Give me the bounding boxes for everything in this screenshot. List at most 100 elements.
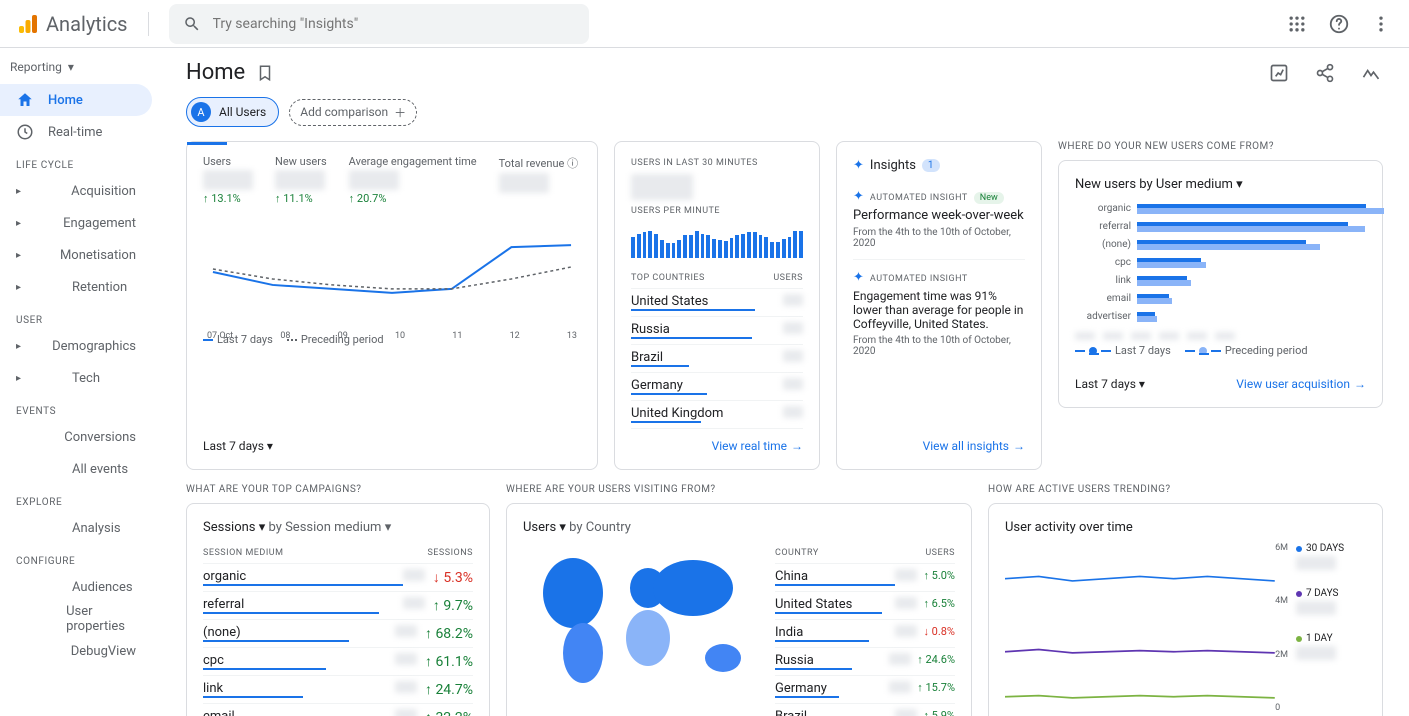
country-row[interactable]: United Kingdom — [631, 401, 803, 429]
insights-icon[interactable] — [1359, 61, 1383, 85]
nav-user-properties[interactable]: User properties — [0, 603, 152, 635]
sparkle-icon: ✦ — [853, 189, 864, 204]
plus-icon: ＋ — [394, 104, 406, 121]
card-realtime: USERS IN LAST 30 MINUTES USERS PER MINUT… — [614, 141, 820, 470]
metric-average-engagement-time[interactable]: Average engagement time↑ 20.7% — [349, 155, 477, 205]
country-row[interactable]: China↑ 5.0% — [775, 564, 955, 592]
section-user: USER — [0, 303, 160, 330]
nav-analysis[interactable]: Analysis — [0, 512, 152, 544]
section-newusers-title: WHERE DO YOUR NEW USERS COME FROM? — [1058, 141, 1383, 152]
section-explore: EXPLORE — [0, 485, 160, 512]
nav-demographics[interactable]: ▸Demographics — [0, 330, 152, 362]
time-selector[interactable]: Last 7 days ▾ — [203, 439, 273, 453]
metric-total-revenue[interactable]: Total revenue ⓘ — [499, 155, 578, 205]
country-row[interactable]: United States — [631, 289, 803, 317]
metric-new-users[interactable]: New users↑ 11.1% — [275, 155, 327, 205]
nav-home[interactable]: Home — [0, 84, 152, 116]
more-icon[interactable] — [1369, 12, 1393, 36]
section-configure: CONFIGURE — [0, 544, 160, 571]
apps-icon[interactable] — [1285, 12, 1309, 36]
chevron-right-icon: ▸ — [16, 341, 21, 352]
country-row[interactable]: Germany↑ 15.7% — [775, 676, 955, 704]
search-bar[interactable] — [169, 4, 589, 44]
product-name: Analytics — [46, 12, 128, 36]
card-visiting: Users ▾ by Country COU — [506, 503, 972, 716]
campaign-row[interactable]: referral↑ 9.7% — [203, 592, 473, 620]
country-row[interactable]: Russia↑ 24.6% — [775, 648, 955, 676]
help-icon: ⓘ — [567, 157, 578, 170]
metric-users[interactable]: Users↑ 13.1% — [203, 155, 253, 205]
trend-legend-item: 30 DAYS — [1296, 543, 1366, 570]
view-realtime-link[interactable]: View real time → — [712, 439, 803, 453]
chevron-right-icon: ▸ — [16, 186, 26, 197]
nav-conversions[interactable]: Conversions — [0, 421, 152, 453]
world-map — [523, 543, 763, 693]
nav-audiences[interactable]: Audiences — [0, 571, 152, 603]
chevron-right-icon: ▸ — [16, 218, 23, 229]
medium-bar-cpc: cpc — [1075, 256, 1366, 268]
card-insights: ✦ Insights 1 ✦AUTOMATED INSIGHTNew Perfo… — [836, 141, 1042, 470]
country-row[interactable]: Russia — [631, 317, 803, 345]
explore-icon[interactable] — [1267, 61, 1291, 85]
search-input[interactable] — [213, 16, 575, 32]
medium-bar-email: email — [1075, 292, 1366, 304]
activity-chart — [1005, 543, 1286, 716]
sessions-selector[interactable]: Sessions ▾ — [203, 520, 265, 535]
country-row[interactable]: Brazil↑ 5.9% — [775, 704, 955, 716]
card-users-overview: Users↑ 13.1% New users↑ 11.1% Average enga… — [186, 141, 598, 470]
nav-retention[interactable]: ▸Retention — [0, 271, 152, 303]
view-insights-link[interactable]: View all insights → — [923, 439, 1025, 453]
nav-tech[interactable]: ▸Tech — [0, 362, 152, 394]
campaign-row[interactable]: cpc↑ 61.1% — [203, 648, 473, 676]
section-visiting-title: WHERE ARE YOUR USERS VISITING FROM? — [506, 484, 972, 495]
bookmark-icon[interactable] — [253, 61, 277, 85]
time-selector[interactable]: Last 7 days ▾ — [1075, 377, 1145, 391]
chevron-down-icon: ▾ — [68, 60, 74, 74]
users-line-chart: 07 Oct080910111213 — [203, 217, 581, 327]
chip-all-users[interactable]: A All Users — [186, 97, 279, 127]
add-comparison-button[interactable]: Add comparison ＋ — [289, 99, 417, 126]
nav-monetisation[interactable]: ▸Monetisation — [0, 239, 152, 271]
country-row[interactable]: Brazil — [631, 345, 803, 373]
chevron-right-icon: ▸ — [16, 282, 26, 293]
trend-legend-item: 1 DAY — [1296, 633, 1366, 660]
country-row[interactable]: Germany — [631, 373, 803, 401]
country-row[interactable]: India↓ 0.8% — [775, 620, 955, 648]
search-icon — [183, 15, 201, 33]
sparkle-icon: ✦ — [853, 270, 864, 285]
analytics-logo-icon — [16, 12, 40, 36]
campaign-row[interactable]: (none)↑ 68.2% — [203, 620, 473, 648]
page-title: Home — [186, 60, 245, 85]
medium-bar-organic: organic — [1075, 202, 1366, 214]
help-icon[interactable] — [1327, 12, 1351, 36]
nav-acquisition[interactable]: ▸Acquisition — [0, 175, 152, 207]
users-selector[interactable]: Users ▾ — [523, 520, 566, 535]
medium-bar-referral: referral — [1075, 220, 1366, 232]
section-lifecycle: LIFE CYCLE — [0, 148, 160, 175]
section-trending-title: HOW ARE ACTIVE USERS TRENDING? — [988, 484, 1383, 495]
card-campaigns: Sessions ▾ by Session medium ▾ SESSION M… — [186, 503, 490, 716]
country-row[interactable]: United States↑ 6.5% — [775, 592, 955, 620]
medium-bar-advertiser: advertiser — [1075, 310, 1366, 322]
medium-selector[interactable]: by Session medium ▾ — [268, 520, 391, 535]
campaign-row[interactable]: link↑ 24.7% — [203, 676, 473, 704]
reporting-selector[interactable]: Reporting ▾ — [10, 60, 150, 74]
avatar-icon: A — [191, 102, 211, 122]
section-events: EVENTS — [0, 394, 160, 421]
card-trending: User activity over time 6M4M2M0 — [988, 503, 1383, 716]
medium-bar-(none): (none) — [1075, 238, 1366, 250]
trend-legend-item: 7 DAYS — [1296, 588, 1366, 615]
nav-all-events[interactable]: All events — [0, 453, 152, 485]
nav-debugview[interactable]: DebugView — [0, 635, 152, 667]
newusers-selector[interactable]: New users by User medium ▾ — [1075, 177, 1366, 192]
home-icon — [16, 91, 34, 109]
campaign-row[interactable]: email↑ 32.2% — [203, 704, 473, 716]
clock-icon — [16, 123, 34, 141]
nav-engagement[interactable]: ▸Engagement — [0, 207, 152, 239]
campaign-row[interactable]: organic↓ 5.3% — [203, 564, 473, 592]
country-selector[interactable]: by Country — [569, 520, 631, 535]
product-logo[interactable]: Analytics — [16, 12, 149, 36]
view-acquisition-link[interactable]: View user acquisition → — [1236, 377, 1366, 391]
nav-realtime[interactable]: Real-time — [0, 116, 152, 148]
share-icon[interactable] — [1313, 61, 1337, 85]
